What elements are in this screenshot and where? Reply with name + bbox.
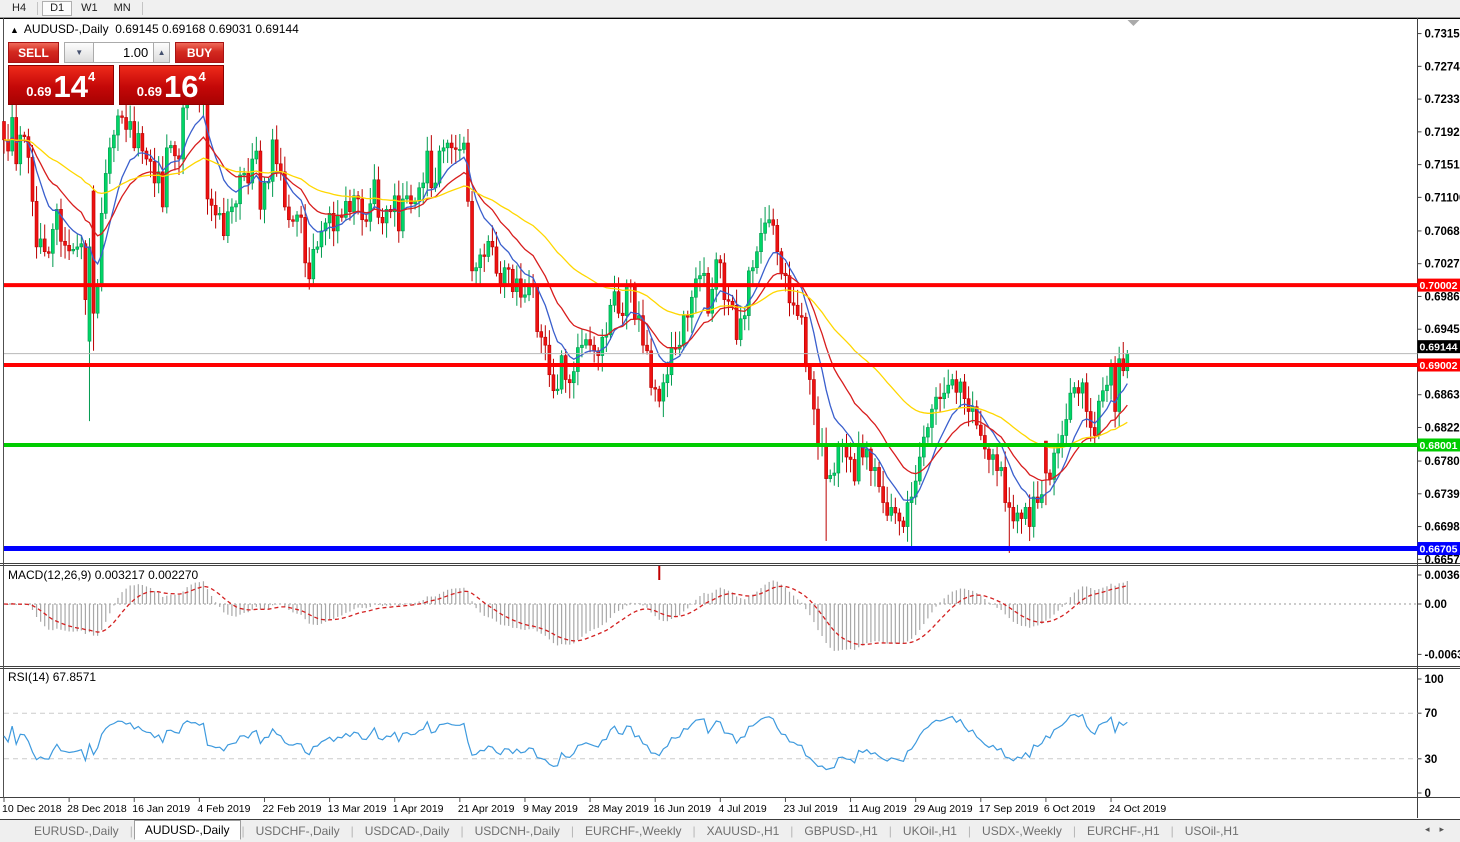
tab-separator: | <box>242 824 245 838</box>
buy-price-big: 16 <box>164 70 198 104</box>
timeframe-toolbar: H4 D1W1MN <box>0 0 1460 18</box>
tab-separator: | <box>130 824 133 838</box>
time-axis[interactable] <box>0 797 1417 818</box>
chart-tab-eurchf-weekly[interactable]: EURCHF-,Weekly <box>575 821 691 841</box>
moving-averages-layer <box>4 116 1127 501</box>
volume-decrease-button[interactable]: ▼ <box>64 42 94 63</box>
chart-tab-usdcad-daily[interactable]: USDCAD-,Daily <box>355 821 460 841</box>
rsi-line <box>4 714 1127 769</box>
buy-button[interactable]: BUY <box>175 42 224 63</box>
chart-tab-xauusd-h1[interactable]: XAUUSD-,H1 <box>697 821 790 841</box>
collapse-panel-icon[interactable]: ▲ <box>10 25 19 35</box>
timeframe-button-d1[interactable]: D1 <box>42 1 72 16</box>
timeframe-button-mn[interactable]: MN <box>107 1 138 16</box>
tabs-scroll-left-icon[interactable]: ◂ <box>1425 824 1440 834</box>
rsi-pane: 10070300 <box>4 674 1444 800</box>
tab-separator: | <box>889 824 892 838</box>
sell-price-prefix: 0.69 <box>26 84 51 99</box>
sell-button[interactable]: SELL <box>8 42 59 63</box>
chart-shift-marker-icon <box>1127 20 1139 26</box>
macd-indicator-label: MACD(12,26,9) 0.003217 0.002270 <box>8 568 198 582</box>
tab-separator: | <box>692 824 695 838</box>
sell-price-big: 14 <box>54 70 88 104</box>
timeframe-button-h4[interactable]: H4 <box>5 1 33 16</box>
price-axis[interactable] <box>1418 18 1460 798</box>
tab-separator: | <box>968 824 971 838</box>
chart-header: ▲ AUDUSD-,Daily 0.69145 0.69168 0.69031 0… <box>10 22 299 36</box>
chart-tab-usdcnh-daily[interactable]: USDCNH-,Daily <box>465 821 570 841</box>
chart-tab-ukoil-h1[interactable]: UKOil-,H1 <box>893 821 967 841</box>
tab-separator: | <box>460 824 463 838</box>
mt4-window: H4 D1W1MN ▲ AUDUSD-,Daily 0.69145 0.69168 … <box>0 0 1460 842</box>
chart-tab-usdx-weekly[interactable]: USDX-,Weekly <box>972 821 1072 841</box>
chart-tab-audusd-daily[interactable]: AUDUSD-,Daily <box>134 820 241 840</box>
candles-layer <box>3 71 1129 553</box>
volume-input[interactable]: 1.00 <box>94 42 154 63</box>
macd-pane: 0.0036740.00-0.006378 <box>4 566 1460 661</box>
tab-separator: | <box>351 824 354 838</box>
tab-separator: | <box>571 824 574 838</box>
buy-price-sup: 4 <box>199 69 206 84</box>
tab-separator: | <box>1073 824 1076 838</box>
chart-canvas[interactable]: 0.731500.727400.723300.719200.715100.711… <box>0 18 1460 818</box>
one-click-trade-panel: SELL ▼ 1.00 ▲ BUY 0.69 14 4 0.69 16 4 <box>8 42 224 105</box>
ma-slow-line <box>4 139 1127 447</box>
ohlc-values: 0.69145 0.69168 0.69031 0.69144 <box>115 22 299 36</box>
tab-separator: | <box>1171 824 1174 838</box>
chart-tab-eurchf-h1[interactable]: EURCHF-,H1 <box>1077 821 1170 841</box>
volume-increase-button[interactable]: ▲ <box>154 42 170 63</box>
rsi-indicator-label: RSI(14) 67.8571 <box>8 670 96 684</box>
tab-separator: | <box>790 824 793 838</box>
buy-price-prefix: 0.69 <box>137 84 162 99</box>
sell-price-box[interactable]: 0.69 14 4 <box>8 65 114 105</box>
chart-tab-eurusd-daily[interactable]: EURUSD-,Daily <box>24 821 129 841</box>
sell-price-sup: 4 <box>88 69 95 84</box>
chart-tab-usoil-h1[interactable]: USOil-,H1 <box>1175 821 1249 841</box>
buy-price-box[interactable]: 0.69 16 4 <box>119 65 225 105</box>
chart-tab-gbpusd-h1[interactable]: GBPUSD-,H1 <box>794 821 887 841</box>
chart-tab-bar: ◂▸ EURUSD-,Daily|AUDUSD-,Daily|USDCHF-,D… <box>0 819 1460 842</box>
chart-tab-usdchf-daily[interactable]: USDCHF-,Daily <box>246 821 350 841</box>
ma-mid-line <box>4 137 1127 481</box>
symbol-title: AUDUSD-,Daily <box>24 22 109 36</box>
tabs-scroll-right-icon[interactable]: ▸ <box>1439 824 1454 834</box>
timeframe-button-w1[interactable]: W1 <box>74 1 105 16</box>
